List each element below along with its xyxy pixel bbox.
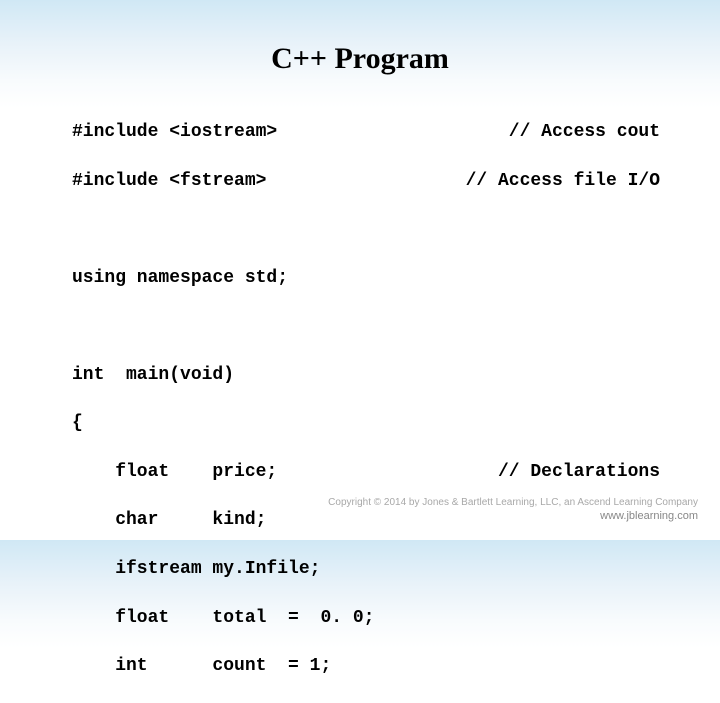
code-line-float-price: float price; [72,460,277,484]
code-line-brace: { [72,411,660,435]
code-comment-cout: // Access cout [509,120,660,144]
slide-title: C++ Program [0,0,720,96]
code-comment-fileio: // Access file I/O [466,169,660,193]
code-line-ifstream: ifstream my.Infile; [72,557,660,581]
code-line-using-namespace: using namespace std; [72,266,660,290]
code-line-include-iostream: #include <iostream> [72,120,277,144]
code-block: #include <iostream> // Access cout #inclu… [0,96,720,703]
copyright-text: Copyright © 2014 by Jones & Bartlett Lea… [328,497,698,508]
code-comment-declarations: // Declarations [498,460,660,484]
footer-url: www.jblearning.com [328,510,698,522]
code-line-float-total: float total = 0. 0; [72,606,660,630]
code-line-main: int main(void) [72,363,660,387]
code-line-int-count: int count = 1; [72,654,660,678]
footer: Copyright © 2014 by Jones & Bartlett Lea… [328,497,698,522]
code-line-include-fstream: #include <fstream> [72,169,266,193]
